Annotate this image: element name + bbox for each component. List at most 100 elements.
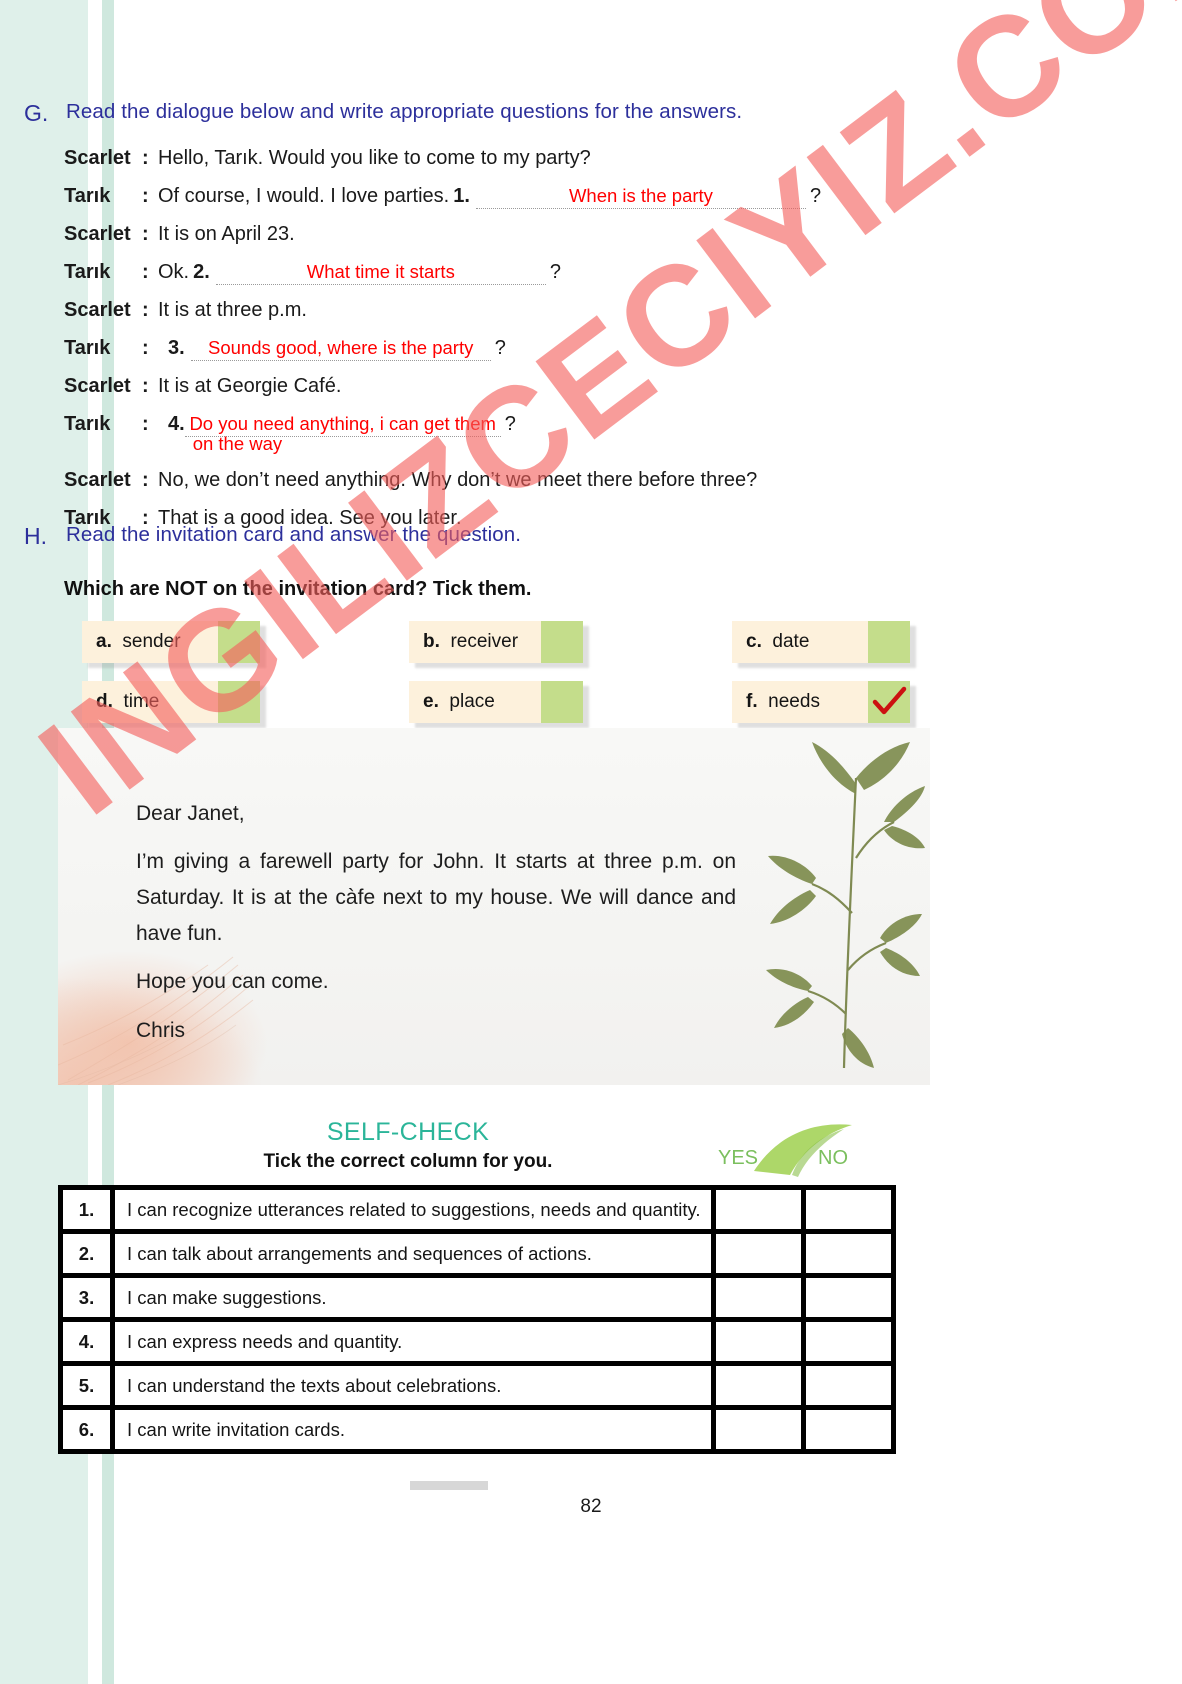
dialogue-line: Scarlet : It is at Georgie Café.	[64, 375, 1044, 413]
options-row-1: a. sender b. receiver c. date	[82, 621, 972, 681]
row-statement: I can talk about arrangements and sequen…	[110, 1229, 716, 1278]
column-header-no: NO	[818, 1147, 848, 1169]
card-message: Dear Janet, I’m giving a farewell party …	[136, 796, 736, 1061]
dialogue-line: Scarlet : Hello, Tarık. Would you like t…	[64, 147, 1044, 185]
row-statement: I can write invitation cards.	[110, 1405, 716, 1454]
option-e-checkbox[interactable]	[541, 681, 583, 723]
speaker-colon: :	[142, 261, 149, 283]
option-e-text: place	[449, 691, 495, 712]
utterance-text: It is at Georgie Café.	[158, 375, 342, 397]
scroll-indicator[interactable]	[410, 1481, 488, 1490]
section-g-instruction: Read the dialogue below and write approp…	[66, 100, 743, 123]
answer-blank-2[interactable]: What time it starts	[215, 261, 546, 285]
question-number: 3.	[168, 337, 185, 359]
answer-blank-3[interactable]: Sounds good, where is the party	[190, 337, 491, 361]
handwritten-answer-continued: on the way	[192, 433, 283, 454]
option-a-checkbox[interactable]	[218, 621, 260, 663]
row-yes-cell[interactable]	[711, 1229, 806, 1278]
card-closing: Hope you can come.	[136, 970, 329, 994]
utterance-text: It is on April 23.	[158, 223, 295, 245]
handwritten-answer: Sounds good, where is the party	[208, 337, 474, 358]
table-row: 1. I can recognize utterances related to…	[58, 1185, 896, 1234]
answer-blank-1[interactable]: When is the party	[475, 185, 806, 209]
dialogue-line: Tarık : 3. Sounds good, where is the par…	[64, 337, 1044, 375]
speaker-colon: :	[142, 413, 149, 435]
option-f-checkbox[interactable]	[868, 681, 910, 723]
dialogue-line: Scarlet : No, we don’t need anything. Wh…	[64, 469, 1044, 507]
section-g-letter: G.	[24, 100, 49, 126]
speaker-name: Scarlet	[64, 469, 131, 491]
check-icon	[872, 686, 907, 715]
section-h: H. Read the invitation card and answer t…	[24, 523, 1044, 723]
row-yes-cell[interactable]	[711, 1185, 806, 1234]
option-e-place[interactable]: e. place	[409, 681, 583, 723]
speaker-colon: :	[142, 337, 149, 359]
option-a-sender[interactable]: a. sender	[82, 621, 260, 663]
row-number: 3.	[58, 1273, 115, 1322]
dialogue-line: Tarık : Ok. 2. What time it starts ?	[64, 261, 1044, 299]
row-no-cell[interactable]	[801, 1405, 896, 1454]
option-c-date[interactable]: c. date	[732, 621, 910, 663]
row-statement: I can understand the texts about celebra…	[110, 1361, 716, 1410]
utterance-text: Hello, Tarık. Would you like to come to …	[158, 147, 591, 169]
table-row: 3. I can make suggestions.	[58, 1273, 896, 1322]
row-yes-cell[interactable]	[711, 1361, 806, 1410]
speaker-name: Tarık	[64, 185, 111, 207]
speaker-name: Tarık	[64, 337, 111, 359]
section-g-heading: G. Read the dialogue below and write app…	[24, 100, 1044, 127]
speaker-name: Scarlet	[64, 299, 131, 321]
question-mark: ?	[494, 337, 506, 359]
option-e-label: e. place	[409, 691, 541, 713]
option-d-label: d. time	[82, 691, 218, 713]
utterance-text: Ok.	[158, 261, 190, 283]
option-b-checkbox[interactable]	[541, 621, 583, 663]
speaker-colon: :	[142, 299, 149, 321]
speaker-colon: :	[142, 223, 149, 245]
dialogue-list: Scarlet : Hello, Tarık. Would you like t…	[64, 147, 1044, 545]
option-d-key: d.	[96, 691, 113, 712]
speaker-name: Scarlet	[64, 147, 131, 169]
option-d-time[interactable]: d. time	[82, 681, 260, 723]
option-d-checkbox[interactable]	[218, 681, 260, 723]
utterance-text: No, we don’t need anything. Why don’t we…	[158, 469, 758, 491]
section-h-letter: H.	[24, 523, 47, 549]
option-b-receiver[interactable]: b. receiver	[409, 621, 583, 663]
handwritten-answer: What time it starts	[306, 261, 455, 282]
card-body: I’m giving a farewell party for John. It…	[136, 850, 736, 946]
question-mark: ?	[809, 185, 822, 207]
option-f-needs[interactable]: f. needs	[732, 681, 910, 723]
invitation-card: Dear Janet, I’m giving a farewell party …	[58, 728, 930, 1085]
speaker-name: Tarık	[64, 261, 111, 283]
handwritten-answer: When is the party	[568, 185, 713, 206]
question-mark: ?	[549, 261, 561, 283]
table-row: 5. I can understand the texts about cele…	[58, 1361, 896, 1410]
speaker-name: Scarlet	[64, 223, 131, 245]
row-no-cell[interactable]	[801, 1185, 896, 1234]
row-statement: I can express needs and quantity.	[110, 1317, 716, 1366]
option-c-key: c.	[746, 631, 762, 652]
row-yes-cell[interactable]	[711, 1317, 806, 1366]
dialogue-line: Tarık : 4. Do you need anything, i can g…	[64, 413, 1044, 469]
row-no-cell[interactable]	[801, 1273, 896, 1322]
row-number: 5.	[58, 1361, 115, 1410]
row-number: 4.	[58, 1317, 115, 1366]
dialogue-line: Scarlet : It is on April 23.	[64, 223, 1044, 261]
handwritten-answer: Do you need anything, i can get them	[189, 413, 496, 434]
row-no-cell[interactable]	[801, 1229, 896, 1278]
question-number: 4.	[168, 413, 185, 435]
row-yes-cell[interactable]	[711, 1405, 806, 1454]
row-no-cell[interactable]	[801, 1317, 896, 1366]
option-c-checkbox[interactable]	[868, 621, 910, 663]
row-statement: I can recognize utterances related to su…	[110, 1185, 716, 1234]
row-no-cell[interactable]	[801, 1361, 896, 1410]
utterance-text: Of course, I would. I love parties.	[158, 185, 450, 207]
dialogue-line: Scarlet : It is at three p.m.	[64, 299, 1044, 337]
row-yes-cell[interactable]	[711, 1273, 806, 1322]
dialogue-line: Tarık : Of course, I would. I love parti…	[64, 185, 1044, 223]
answer-blank-4[interactable]: Do you need anything, i can get them on …	[184, 413, 501, 454]
self-check-section: SELF-CHECK Tick the correct column for y…	[58, 1118, 948, 1454]
option-c-text: date	[772, 631, 810, 652]
row-number: 2.	[58, 1229, 115, 1278]
row-number: 6.	[58, 1405, 115, 1454]
speaker-name: Scarlet	[64, 375, 131, 397]
